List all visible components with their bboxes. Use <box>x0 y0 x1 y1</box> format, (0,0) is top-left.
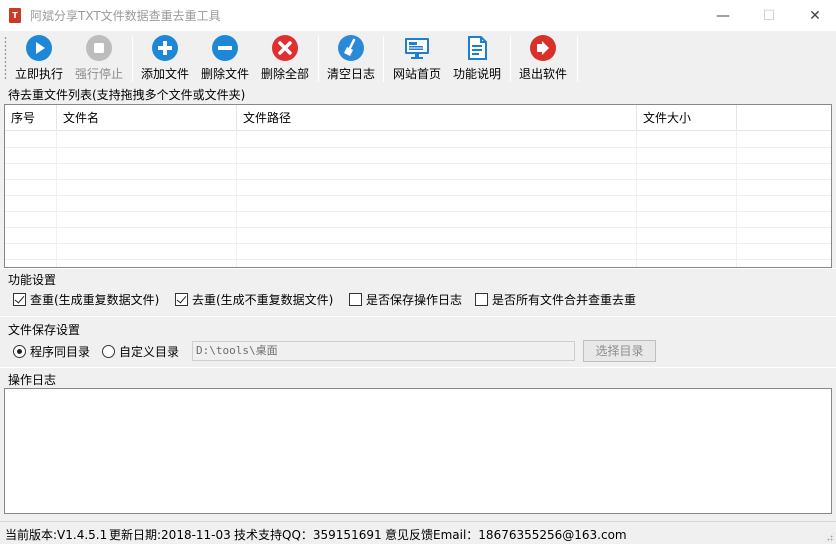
checkbox-box <box>175 293 188 306</box>
checkbox-box <box>475 293 488 306</box>
clear-log-button-label: 清空日志 <box>326 67 375 81</box>
website-home-button-label: 网站首页 <box>392 67 441 81</box>
delete-all-button[interactable]: 删除全部 <box>260 34 310 84</box>
minimize-button[interactable]: — <box>700 0 746 31</box>
toolbar-separator <box>132 36 133 82</box>
save-settings-label: 文件保存设置 <box>8 323 81 337</box>
toolbar-separator <box>510 36 511 82</box>
radio-label: 程序同目录 <box>30 345 91 359</box>
minus-icon <box>211 34 239 62</box>
grid-line <box>636 131 637 267</box>
toolbar-separator <box>577 36 578 82</box>
operation-log[interactable] <box>4 388 832 514</box>
title-bar: T 阿斌分享TXT文件数据查重去重工具 — ☐ ✕ <box>0 0 836 31</box>
radio-dot <box>102 345 115 358</box>
grid-line <box>5 195 831 196</box>
check-duplicates-checkbox[interactable]: 查重(生成重复数据文件) <box>13 291 159 308</box>
add-file-button-label: 添加文件 <box>140 67 189 81</box>
help-button[interactable]: 功能说明 <box>452 34 502 84</box>
grid-line <box>5 243 831 244</box>
radio-label: 自定义目录 <box>119 345 180 359</box>
toolbar: 立即执行 强行停止 添加文件 删除文件 删除全部 清空日志 网站首页 功能说明 … <box>0 31 836 85</box>
play-icon <box>25 34 53 62</box>
grid-line <box>5 147 831 148</box>
divider <box>0 316 836 317</box>
file-list[interactable]: 序号 文件名 文件路径 文件大小 <box>4 104 832 268</box>
add-file-button[interactable]: 添加文件 <box>140 34 190 84</box>
same-dir-radio[interactable]: 程序同目录 <box>13 343 90 360</box>
toolbar-grip <box>4 36 7 80</box>
broom-icon <box>337 34 365 62</box>
clear-log-button[interactable]: 清空日志 <box>326 34 376 84</box>
column-header-index[interactable]: 序号 <box>5 105 57 131</box>
help-button-label: 功能说明 <box>452 67 501 81</box>
grid-line <box>56 131 57 267</box>
close-icon <box>271 34 299 62</box>
column-header-filesize[interactable]: 文件大小 <box>637 105 737 131</box>
dedupe-checkbox[interactable]: 去重(生成不重复数据文件) <box>175 291 333 308</box>
run-button[interactable]: 立即执行 <box>14 34 64 84</box>
resize-grip[interactable] <box>824 532 834 542</box>
checkbox-label: 查重(生成重复数据文件) <box>30 293 160 307</box>
file-list-header: 序号 文件名 文件路径 文件大小 <box>5 105 831 131</box>
divider <box>0 268 836 269</box>
checkbox-box <box>349 293 362 306</box>
status-bar: 当前版本:V1.4.5.1 更新日期:2018-11-03 技术支持QQ：359… <box>0 521 836 544</box>
custom-dir-radio[interactable]: 自定义目录 <box>102 343 179 360</box>
save-path-field: D:\tools\桌面 <box>192 341 575 361</box>
delete-all-button-label: 删除全部 <box>260 67 309 81</box>
support-qq-text: 技术支持QQ：359151691 <box>234 528 382 542</box>
website-home-button[interactable]: 网站首页 <box>392 34 442 84</box>
delete-file-button-label: 删除文件 <box>200 67 249 81</box>
delete-file-button[interactable]: 删除文件 <box>200 34 250 84</box>
checkbox-label: 是否保存操作日志 <box>366 293 463 307</box>
run-button-label: 立即执行 <box>14 67 63 81</box>
exit-button[interactable]: 退出软件 <box>518 34 568 84</box>
column-header-filepath[interactable]: 文件路径 <box>237 105 637 131</box>
window-title: 阿斌分享TXT文件数据查重去重工具 <box>30 9 221 23</box>
radio-dot <box>13 345 26 358</box>
column-header-filename[interactable]: 文件名 <box>57 105 237 131</box>
divider <box>0 367 836 368</box>
app-icon: T <box>9 8 21 23</box>
grid-line <box>736 131 737 267</box>
grid-line <box>5 227 831 228</box>
stop-button: 强行停止 <box>73 34 125 84</box>
grid-line <box>5 163 831 164</box>
document-icon <box>463 34 491 62</box>
exit-button-label: 退出软件 <box>518 67 567 81</box>
version-text: 当前版本:V1.4.5.1 <box>5 528 108 542</box>
settings-panel: 查重(生成重复数据文件) 去重(生成不重复数据文件) 是否保存操作日志 是否所有… <box>0 286 836 314</box>
plus-icon <box>151 34 179 62</box>
stop-button-label: 强行停止 <box>74 67 123 81</box>
checkbox-label: 是否所有文件合并查重去重 <box>492 293 637 307</box>
choose-directory-button: 选择目录 <box>583 340 656 362</box>
grid-line <box>236 131 237 267</box>
checkbox-box <box>13 293 26 306</box>
file-list-label: 待去重文件列表(支持拖拽多个文件或文件夹) <box>8 88 246 102</box>
log-label: 操作日志 <box>8 373 57 387</box>
toolbar-separator <box>383 36 384 82</box>
update-date-text: 更新日期:2018-11-03 <box>109 528 231 542</box>
toolbar-separator <box>318 36 319 82</box>
grid-line <box>5 179 831 180</box>
save-log-checkbox[interactable]: 是否保存操作日志 <box>349 291 462 308</box>
exit-icon <box>529 34 557 62</box>
feedback-email-text: 意见反馈Email：18676355256@163.com <box>385 528 627 542</box>
grid-line <box>5 259 831 260</box>
stop-icon <box>85 34 113 62</box>
merge-files-checkbox[interactable]: 是否所有文件合并查重去重 <box>475 291 636 308</box>
grid-line <box>5 211 831 212</box>
checkbox-label: 去重(生成不重复数据文件) <box>192 293 334 307</box>
close-window-button[interactable]: ✕ <box>792 0 836 31</box>
monitor-icon <box>403 34 431 62</box>
maximize-button: ☐ <box>762 7 776 24</box>
